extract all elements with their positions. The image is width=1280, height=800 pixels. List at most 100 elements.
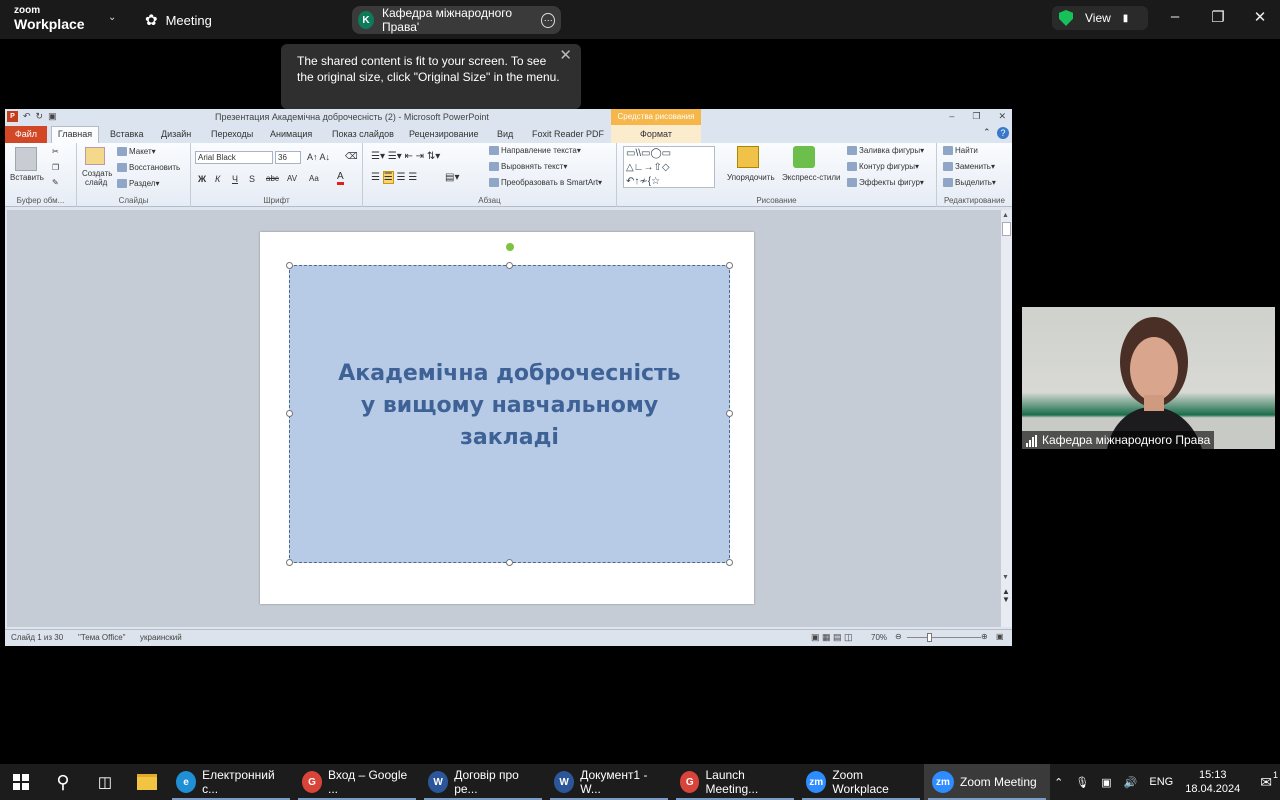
- resize-handle[interactable]: [286, 410, 293, 417]
- tab-animation[interactable]: Анимация: [270, 129, 312, 139]
- tooltip-close-icon[interactable]: ✕: [559, 48, 572, 64]
- language-indicator[interactable]: украинский: [140, 633, 182, 642]
- new-slide-icon[interactable]: [85, 147, 105, 165]
- smartart-button[interactable]: Преобразовать в SmartArt▾: [489, 178, 602, 188]
- tab-foxit[interactable]: Foxit Reader PDF: [532, 129, 604, 139]
- chevron-down-icon[interactable]: ⌄: [108, 12, 116, 23]
- strikethrough-button[interactable]: abc: [266, 174, 279, 183]
- underline-button[interactable]: Ч: [232, 174, 238, 184]
- theme-name[interactable]: "Тема Office": [78, 633, 126, 642]
- align-icons[interactable]: ☰ ☰ ☰ ☰: [371, 171, 417, 184]
- zoom-level[interactable]: 70%: [871, 633, 887, 642]
- scroll-thumb[interactable]: [1002, 222, 1011, 236]
- scroll-down-icon[interactable]: ▼: [1002, 574, 1009, 581]
- zoom-slider-thumb[interactable]: [927, 633, 932, 642]
- new-slide-button-2[interactable]: слайд: [85, 178, 107, 187]
- tab-design[interactable]: Дизайн: [161, 129, 191, 139]
- resize-handle[interactable]: [286, 559, 293, 566]
- select-button[interactable]: Выделить▾: [943, 178, 996, 188]
- minimize-icon[interactable]: –: [1160, 8, 1190, 25]
- save-icon[interactable]: ▣: [48, 111, 57, 122]
- taskbar-app[interactable]: G Вход – Google ...: [294, 764, 420, 800]
- shadow-button[interactable]: S: [249, 174, 255, 184]
- section-button[interactable]: Раздел▾: [117, 179, 159, 189]
- bold-button[interactable]: Ж: [198, 174, 206, 184]
- tab-home[interactable]: Главная: [51, 126, 99, 143]
- shape-outline-button[interactable]: Контур фигуры▾: [847, 162, 919, 172]
- tab-insert[interactable]: Вставка: [110, 129, 143, 139]
- taskbar-app[interactable]: zm Zoom Meeting: [924, 764, 1050, 800]
- find-button[interactable]: Найти: [943, 146, 978, 156]
- ppt-close-icon[interactable]: ✕: [998, 111, 1006, 122]
- ribbon-collapse-icon[interactable]: ⌃: [983, 127, 991, 138]
- scroll-up-icon[interactable]: ▲: [1002, 212, 1009, 219]
- undo-icon[interactable]: ↶: [23, 111, 31, 122]
- restore-icon[interactable]: ❐: [1203, 8, 1233, 26]
- slide-editing-area[interactable]: Академічна доброчесність у вищому навчал…: [7, 210, 1000, 627]
- ppt-minimize-icon[interactable]: –: [949, 111, 954, 122]
- current-slide[interactable]: Академічна доброчесність у вищому навчал…: [260, 232, 754, 604]
- new-slide-button[interactable]: Создать: [82, 169, 112, 178]
- font-color-button[interactable]: A: [337, 172, 344, 185]
- view-mode-icons[interactable]: ▣ ▦ ▤ ◫: [811, 632, 853, 643]
- text-direction-button[interactable]: Направление текста▾: [489, 146, 581, 156]
- tab-slideshow[interactable]: Показ слайдов: [332, 129, 394, 139]
- resize-handle[interactable]: [506, 559, 513, 566]
- file-explorer-icon[interactable]: [126, 764, 168, 800]
- taskbar-app[interactable]: W Договір про ре...: [420, 764, 546, 800]
- task-view-icon[interactable]: ◫: [84, 764, 126, 800]
- layout-button[interactable]: Макет▾: [117, 147, 156, 157]
- columns-icon[interactable]: ▤▾: [445, 172, 459, 183]
- taskbar-app[interactable]: W Документ1 - W...: [546, 764, 672, 800]
- taskbar-app[interactable]: G Launch Meeting...: [672, 764, 798, 800]
- vertical-scrollbar[interactable]: ▲ ▼ ▲ ▼: [1000, 210, 1012, 627]
- paste-button[interactable]: Вставить: [10, 173, 44, 182]
- title-shape[interactable]: Академічна доброчесність у вищому навчал…: [289, 265, 730, 563]
- font-name-select[interactable]: Arial Black: [195, 151, 273, 164]
- start-button[interactable]: [0, 764, 42, 800]
- grow-font-icon[interactable]: A↑ A↓: [307, 152, 330, 162]
- tab-format[interactable]: Формат: [611, 125, 701, 143]
- replace-button[interactable]: Заменить▾: [943, 162, 995, 172]
- ppt-restore-icon[interactable]: ❐: [972, 111, 980, 122]
- tray-chevron-icon[interactable]: ⌃: [1054, 776, 1063, 789]
- quick-styles-button[interactable]: Экспресс-стили: [782, 173, 841, 182]
- quick-styles-icon[interactable]: [793, 146, 815, 168]
- resize-handle[interactable]: [506, 262, 513, 269]
- align-text-button[interactable]: Выровнять текст▾: [489, 162, 567, 172]
- zoom-workplace-logo[interactable]: zoom Workplace: [14, 6, 85, 32]
- more-options-icon[interactable]: ···: [541, 12, 555, 28]
- arrange-button[interactable]: Упорядочить: [727, 173, 775, 182]
- microphone-icon[interactable]: 🎙: [1075, 776, 1089, 789]
- close-icon[interactable]: ✕: [1245, 8, 1275, 26]
- volume-icon[interactable]: 🔊: [1124, 776, 1138, 789]
- powerpoint-icon[interactable]: P: [7, 111, 18, 122]
- prev-next-slide-icon[interactable]: ▲ ▼: [1002, 588, 1010, 604]
- zoom-out-icon[interactable]: ⊖: [895, 632, 902, 641]
- taskbar-app[interactable]: e Електронний с...: [168, 764, 294, 800]
- font-size-select[interactable]: 36: [275, 151, 301, 164]
- resize-handle[interactable]: [726, 559, 733, 566]
- language-indicator[interactable]: ENG: [1149, 776, 1173, 788]
- arrange-icon[interactable]: [737, 146, 759, 168]
- italic-button[interactable]: К: [215, 174, 220, 184]
- resize-handle[interactable]: [726, 410, 733, 417]
- shape-fill-button[interactable]: Заливка фигуры▾: [847, 146, 924, 156]
- format-painter-icon[interactable]: ✎: [52, 178, 59, 187]
- bullets-icon[interactable]: ☰▾ ☰▾ ⇤ ⇥ ⇅▾: [371, 151, 440, 162]
- shared-screen-pill[interactable]: K Кафедра міжнародного Права' ···: [352, 6, 561, 34]
- notifications-icon[interactable]: ✉ 1: [1260, 770, 1278, 791]
- search-icon[interactable]: ⚲: [42, 764, 84, 800]
- resize-handle[interactable]: [286, 262, 293, 269]
- tab-transitions[interactable]: Переходы: [211, 129, 253, 139]
- cut-icon[interactable]: ✂: [52, 147, 59, 156]
- tab-review[interactable]: Рецензирование: [409, 129, 479, 139]
- clear-format-icon[interactable]: ⌫: [345, 151, 358, 162]
- tab-view[interactable]: Вид: [497, 129, 513, 139]
- taskbar-app[interactable]: zm Zoom Workplace: [798, 764, 924, 800]
- resize-handle[interactable]: [726, 262, 733, 269]
- clock[interactable]: 15:13 18.04.2024: [1185, 768, 1240, 796]
- shapes-gallery[interactable]: ▭\\▭◯▭ △∟→⇧◇ ↶↑≁{☆: [623, 146, 715, 188]
- zoom-in-icon[interactable]: ⊕: [981, 632, 988, 641]
- copy-icon[interactable]: ❐: [52, 163, 59, 172]
